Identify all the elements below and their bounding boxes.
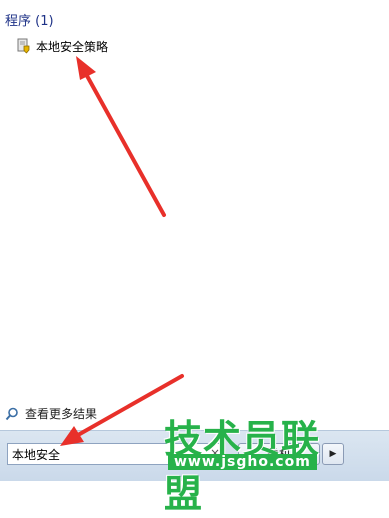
see-more-results-link[interactable]: 查看更多结果 [5, 405, 97, 422]
see-more-label: 查看更多结果 [25, 407, 98, 421]
result-item-local-security-policy[interactable]: 本地安全策略 [17, 37, 108, 55]
programs-group-header: 程序 (1) [5, 14, 54, 29]
shutdown-button[interactable]: 关机 [238, 443, 320, 465]
start-menu-results-panel: 程序 (1) 本地安全策略 [0, 0, 389, 430]
search-input[interactable] [8, 444, 198, 465]
security-policy-icon [17, 38, 31, 54]
start-menu-bottom-bar: × 关机 ▶ [0, 430, 389, 481]
search-box[interactable]: × [7, 443, 225, 465]
result-item-label: 本地安全策略 [36, 39, 109, 54]
search-icon [5, 407, 19, 421]
clear-search-icon[interactable]: × [210, 446, 220, 460]
shutdown-options-button[interactable]: ▶ [322, 443, 344, 465]
